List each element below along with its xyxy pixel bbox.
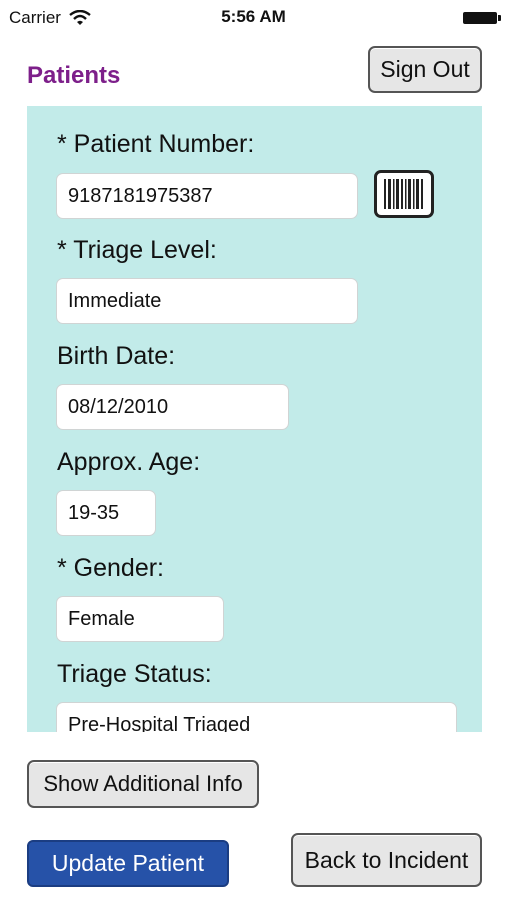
gender-select[interactable]: Female (56, 596, 224, 642)
triage-status-field[interactable]: Pre-Hospital Triaged (56, 702, 457, 732)
birth-date-label: Birth Date: (57, 342, 176, 370)
approx-age-label: Approx. Age: (57, 448, 201, 476)
gender-label: * Gender: (57, 554, 165, 582)
back-to-incident-button[interactable]: Back to Incident (291, 833, 482, 887)
barcode-scan-button[interactable] (374, 170, 434, 218)
patient-form-panel[interactable]: * Patient Number: 9187181975387 * Triage… (27, 106, 482, 732)
patient-number-input[interactable]: 9187181975387 (56, 173, 358, 219)
triage-level-select[interactable]: Immediate (56, 278, 358, 324)
status-time: 5:56 AM (221, 7, 286, 26)
status-bar: Carrier 5:56 AM (0, 0, 507, 36)
barcode-icon (384, 179, 423, 209)
page-title: Patients (27, 62, 121, 89)
approx-age-field[interactable]: 19-35 (56, 490, 156, 536)
triage-status-label: Triage Status: (57, 660, 212, 688)
battery-icon (463, 12, 501, 24)
birth-date-field[interactable]: 08/12/2010 (56, 384, 289, 430)
sign-out-button[interactable]: Sign Out (368, 46, 482, 93)
patient-number-label: * Patient Number: (57, 130, 255, 158)
triage-level-label: * Triage Level: (57, 236, 217, 264)
update-patient-button[interactable]: Update Patient (27, 840, 229, 887)
show-additional-info-button[interactable]: Show Additional Info (27, 760, 259, 808)
